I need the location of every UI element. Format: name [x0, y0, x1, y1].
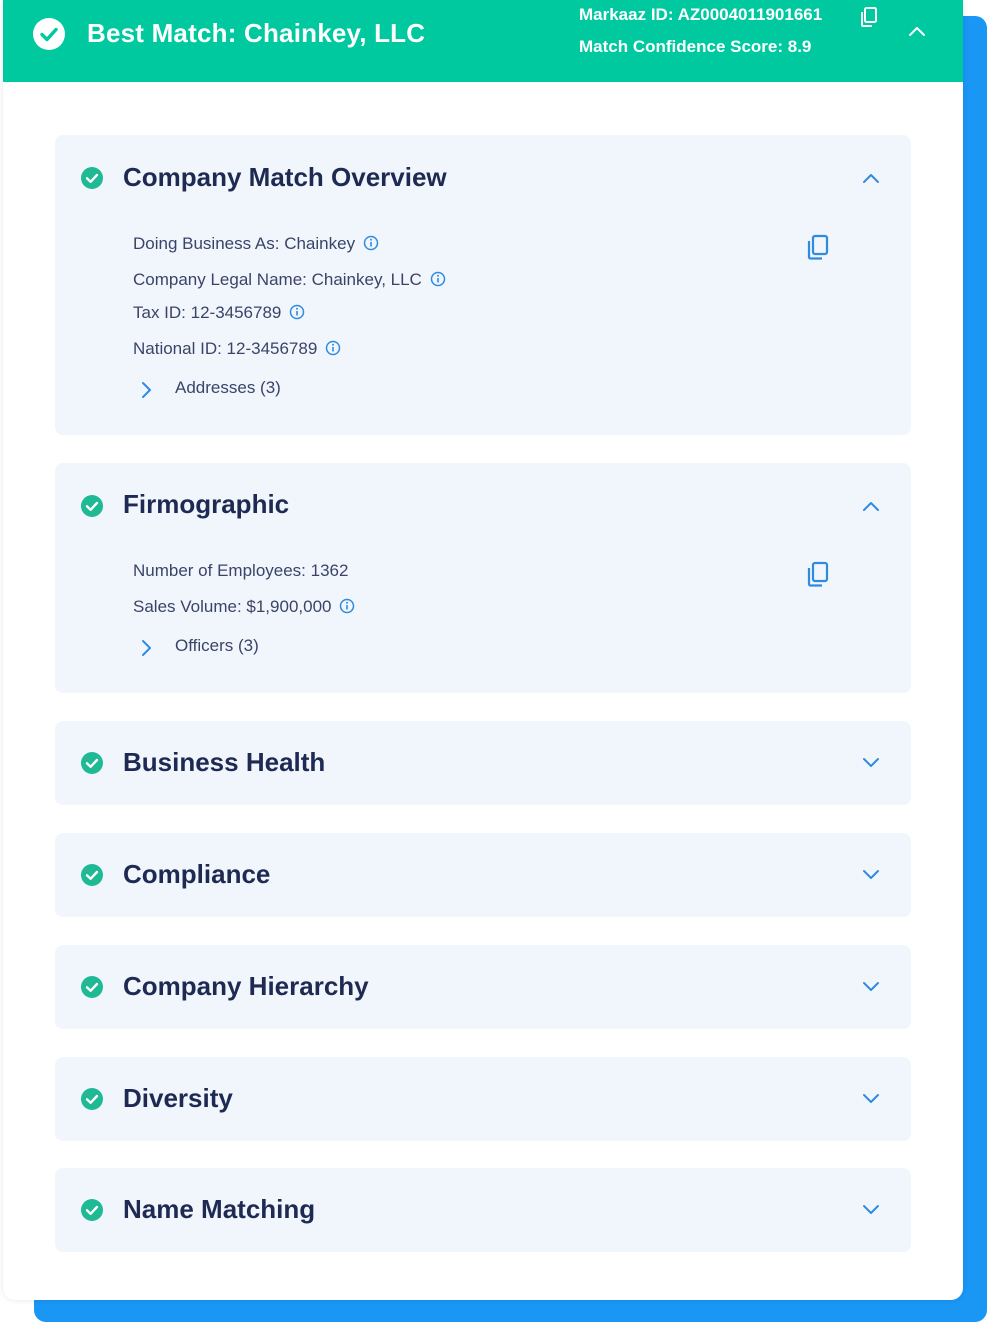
- panel-title: Firmographic: [123, 489, 290, 519]
- info-icon[interactable]: [363, 235, 379, 251]
- info-icon[interactable]: [325, 340, 341, 356]
- field-company-legal-name: Company Legal Name: Chainkey, LLC: [133, 269, 446, 291]
- copy-icon[interactable]: [805, 560, 831, 588]
- panel-diversity[interactable]: Diversity: [55, 1057, 911, 1141]
- panel-title: Business Health: [123, 747, 326, 777]
- field-doing-business-as: Doing Business As: Chainkey: [133, 233, 379, 255]
- panel-title: Company Hierarchy: [123, 971, 369, 1001]
- field-tax-id: Tax ID: 12-3456789: [133, 302, 305, 324]
- check-circle-icon: [81, 167, 103, 189]
- best-match-header: Best Match: Chainkey, LLC Markaaz ID: AZ…: [3, 0, 963, 82]
- check-circle-icon: [81, 495, 103, 517]
- markaaz-id: Markaaz ID: AZ0004011901661: [579, 5, 823, 24]
- panel-title: Diversity: [123, 1083, 233, 1113]
- panel-compliance[interactable]: Compliance: [55, 833, 911, 917]
- panel-title: Name Matching: [123, 1194, 316, 1224]
- chevron-right-icon: [142, 640, 151, 656]
- info-icon[interactable]: [339, 598, 355, 614]
- panel-business-health[interactable]: Business Health: [55, 721, 911, 805]
- panel-company-match-overview: Company Match Overview Doing Business As…: [55, 135, 911, 435]
- info-icon[interactable]: [430, 271, 446, 287]
- check-circle-icon: [33, 18, 65, 50]
- match-confidence-score: Match Confidence Score: 8.9: [579, 37, 812, 56]
- check-circle-icon: [81, 976, 103, 998]
- field-number-of-employees: Number of Employees: 1362: [133, 561, 349, 580]
- check-circle-icon: [81, 752, 103, 774]
- chevron-down-icon[interactable]: [861, 1203, 881, 1217]
- chevron-right-icon: [142, 382, 151, 398]
- check-circle-icon: [81, 1088, 103, 1110]
- panel-title: Company Match Overview: [123, 162, 447, 192]
- field-national-id: National ID: 12-3456789: [133, 338, 341, 360]
- panel-company-hierarchy[interactable]: Company Hierarchy: [55, 945, 911, 1029]
- addresses-label: Addresses (3): [175, 378, 281, 397]
- chevron-down-icon[interactable]: [861, 980, 881, 994]
- chevron-up-icon[interactable]: [907, 24, 927, 38]
- chevron-down-icon[interactable]: [861, 756, 881, 770]
- copy-icon[interactable]: [858, 6, 880, 28]
- copy-icon[interactable]: [805, 233, 831, 261]
- panel-title: Compliance: [123, 859, 271, 889]
- panel-firmographic: Firmographic Number of Employees: 1362 S…: [55, 463, 911, 693]
- chevron-down-icon[interactable]: [861, 1092, 881, 1106]
- check-circle-icon: [81, 864, 103, 886]
- info-icon[interactable]: [289, 304, 305, 320]
- officers-label: Officers (3): [175, 636, 259, 655]
- chevron-down-icon[interactable]: [861, 868, 881, 882]
- chevron-up-icon[interactable]: [861, 171, 881, 185]
- panel-name-matching[interactable]: Name Matching: [55, 1168, 911, 1252]
- best-match-title: Best Match: Chainkey, LLC: [87, 18, 426, 48]
- check-circle-icon: [81, 1199, 103, 1221]
- chevron-up-icon[interactable]: [861, 499, 881, 513]
- field-sales-volume: Sales Volume: $1,900,000: [133, 596, 355, 618]
- best-match-card: Best Match: Chainkey, LLC Markaaz ID: AZ…: [3, 0, 963, 1300]
